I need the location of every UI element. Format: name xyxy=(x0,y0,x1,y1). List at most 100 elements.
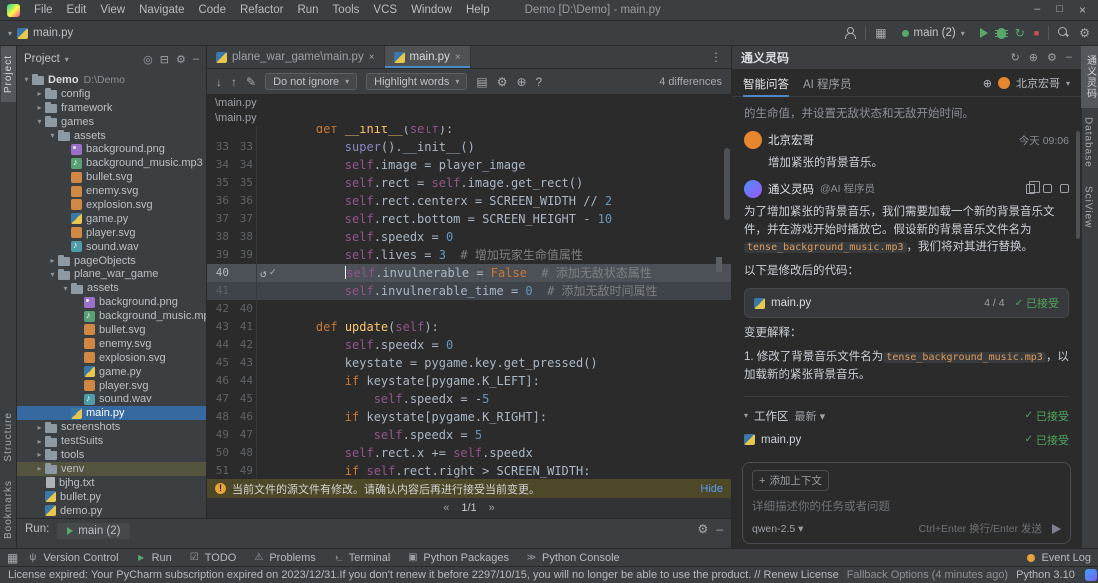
chat-input-placeholder[interactable]: 详细描述你的任务或者问题 xyxy=(752,498,1061,514)
revert-change-icon[interactable]: ↺ xyxy=(260,268,267,279)
hide-panel-icon[interactable]: – xyxy=(716,523,723,535)
tree-item[interactable]: bullet.py xyxy=(17,490,206,504)
tree-item[interactable]: explosion.svg xyxy=(17,198,206,212)
code-line[interactable]: 5048 self.rect.x += self.speedx xyxy=(207,444,731,462)
chevron-right-icon[interactable]: ▸ xyxy=(34,464,45,473)
next-difference-icon[interactable]: ↓ xyxy=(216,76,222,88)
code-line[interactable]: 4240 xyxy=(207,300,731,318)
statusbar-item[interactable]: Problems xyxy=(244,552,323,564)
plus-icon[interactable]: ⊕ xyxy=(983,77,992,90)
locate-file-icon[interactable]: ◎ xyxy=(143,53,153,66)
highlight-policy-select[interactable]: Highlight words ▾ xyxy=(366,73,467,90)
chevron-down-icon[interactable]: ▾ xyxy=(47,270,58,279)
chevron-down-icon[interactable]: ▾ xyxy=(21,75,32,84)
code-line[interactable]: 3434 self.image = player_image xyxy=(207,156,731,174)
workspace-file-row[interactable]: main.py ✓已接受 xyxy=(744,428,1069,452)
tree-item[interactable]: background.png xyxy=(17,142,206,156)
chevron-right-icon[interactable]: ▸ xyxy=(34,423,45,432)
tree-item[interactable]: background_music.mp3 xyxy=(17,156,206,170)
tree-item[interactable]: ▸testSuits xyxy=(17,434,206,448)
copy-icon[interactable] xyxy=(1026,184,1035,194)
tree-item[interactable]: player.svg xyxy=(17,379,206,393)
settings-gear-icon[interactable]: ⚙ xyxy=(176,53,186,66)
menu-item-refactor[interactable]: Refactor xyxy=(233,4,290,16)
event-log-button[interactable]: Event Log xyxy=(1027,552,1091,564)
tree-item[interactable]: ▸tools xyxy=(17,448,206,462)
tree-item[interactable]: ▾DemoD:\Demo xyxy=(17,73,206,87)
tree-item[interactable]: bullet.svg xyxy=(17,323,206,337)
tool-window-button-project[interactable]: Project xyxy=(1,46,16,102)
tree-item[interactable]: enemy.svg xyxy=(17,184,206,198)
code-line[interactable]: 4543 keystate = pygame.key.get_pressed() xyxy=(207,354,731,372)
chevron-down-icon[interactable]: ▾ xyxy=(34,117,45,126)
maximize-icon[interactable]: □ xyxy=(1056,3,1063,17)
accept-change-icon[interactable]: ✓ xyxy=(270,268,276,278)
code-line[interactable]: 3939 self.lives = 3 # 增加玩家生命值属性 xyxy=(207,246,731,264)
tree-item[interactable]: enemy.svg xyxy=(17,337,206,351)
code-line[interactable]: def __init__(self): xyxy=(207,126,731,138)
tree-item[interactable]: ▾assets xyxy=(17,281,206,295)
tool-windows-toggle-icon[interactable]: ▦ xyxy=(7,552,18,564)
chat-scrollbar[interactable] xyxy=(1076,131,1080,239)
statusbar-item[interactable]: TODO xyxy=(180,552,245,564)
tree-item[interactable]: ▸config xyxy=(17,87,206,101)
tree-item[interactable]: background_music.mp3 xyxy=(17,309,206,323)
tab-options-kebab-icon[interactable]: ⋮ xyxy=(701,46,731,68)
minimize-icon[interactable]: – xyxy=(1034,3,1040,17)
tab-smart-qa[interactable]: 智能问答 xyxy=(743,70,789,97)
ignore-policy-select[interactable]: Do not ignore ▾ xyxy=(265,73,357,90)
code-line[interactable]: 41 self.invulnerable_time = 0 # 添加无敌时间属性 xyxy=(207,282,731,300)
tree-item[interactable]: ▸venv xyxy=(17,462,206,476)
run-button[interactable] xyxy=(980,28,988,38)
debug-button[interactable] xyxy=(997,28,1006,39)
add-context-button[interactable]: + 添加上下文 xyxy=(752,470,829,491)
code-line[interactable]: 4644 if keystate[pygame.K_LEFT]: xyxy=(207,372,731,390)
new-chat-icon[interactable]: ⊕ xyxy=(1029,51,1038,64)
code-line[interactable]: 4442 self.speedx = 0 xyxy=(207,336,731,354)
chevron-down-icon[interactable]: ▾ xyxy=(60,284,71,293)
assistant-logo-icon[interactable] xyxy=(1085,569,1097,581)
code-line[interactable]: 40↺✓ self.invulnerable = False # 添加无敌状态属… xyxy=(207,264,731,282)
tab-ai-programmer[interactable]: AI 程序员 xyxy=(803,70,852,97)
menu-item-window[interactable]: Window xyxy=(404,4,459,16)
stop-button[interactable]: ■ xyxy=(1034,29,1039,38)
chevron-down-icon[interactable]: ▾ xyxy=(47,131,58,140)
editor-scrollbar[interactable] xyxy=(724,148,730,220)
tree-item[interactable]: ▾games xyxy=(17,115,206,129)
thumbs-down-icon[interactable] xyxy=(1060,184,1069,193)
chat-input-box[interactable]: + 添加上下文 详细描述你的任务或者问题 qwen-2.5 ▾ Ctrl+Ent… xyxy=(742,462,1071,544)
code-line[interactable]: 3636 self.rect.centerx = SCREEN_WIDTH //… xyxy=(207,192,731,210)
chevron-right-icon[interactable]: ▸ xyxy=(34,450,45,459)
send-icon[interactable] xyxy=(1052,524,1061,534)
fallback-options[interactable]: Fallback Options (4 minutes ago) xyxy=(847,569,1008,581)
settings-gear-icon[interactable]: ⚙ xyxy=(698,523,709,535)
workspace-header-row[interactable]: ▾ 工作区 最新 ▾ ✓已接受 xyxy=(744,404,1069,428)
tool-window-button[interactable]: 通义灵码 xyxy=(1081,46,1098,108)
statusbar-item[interactable]: Terminal xyxy=(324,552,399,564)
prev-difference-icon[interactable]: ↑ xyxy=(231,76,237,88)
tree-item[interactable]: game.py xyxy=(17,365,206,379)
tree-item[interactable]: sound.wav xyxy=(17,240,206,254)
tree-item[interactable]: ▸framework xyxy=(17,101,206,115)
chevron-right-icon[interactable]: ▸ xyxy=(47,256,58,265)
tree-item[interactable]: player.svg xyxy=(17,226,206,240)
diff-settings-gear-icon[interactable]: ⚙ xyxy=(497,76,508,88)
code-line[interactable]: 4745 self.speedx = -5 xyxy=(207,390,731,408)
tree-item[interactable]: sound.wav xyxy=(17,392,206,406)
statusbar-item[interactable]: Run xyxy=(127,552,180,564)
run-config-selector[interactable]: main (2) ▾ xyxy=(896,25,971,41)
code-line[interactable]: 3838 self.speedx = 0 xyxy=(207,228,731,246)
code-line[interactable]: 4846 if keystate[pygame.K_RIGHT]: xyxy=(207,408,731,426)
tree-item[interactable]: bjhg.txt xyxy=(17,476,206,490)
statusbar-item[interactable]: Python Packages xyxy=(398,552,517,564)
editor-tab[interactable]: plane_war_game\main.py× xyxy=(207,46,385,68)
tool-window-button-bookmarks[interactable]: Bookmarks xyxy=(1,471,16,548)
tool-windows-grid-icon[interactable]: ▦ xyxy=(875,27,886,39)
code-line[interactable]: 4947 self.speedx = 5 xyxy=(207,426,731,444)
collapse-all-icon[interactable]: ⊟ xyxy=(160,53,169,66)
settings-gear-icon[interactable]: ⚙ xyxy=(1079,27,1090,39)
search-icon[interactable] xyxy=(1058,27,1070,39)
tree-item[interactable]: ▸screenshots xyxy=(17,420,206,434)
tree-item[interactable]: bullet.svg xyxy=(17,170,206,184)
edit-pencil-icon[interactable]: ✎ xyxy=(246,76,256,88)
